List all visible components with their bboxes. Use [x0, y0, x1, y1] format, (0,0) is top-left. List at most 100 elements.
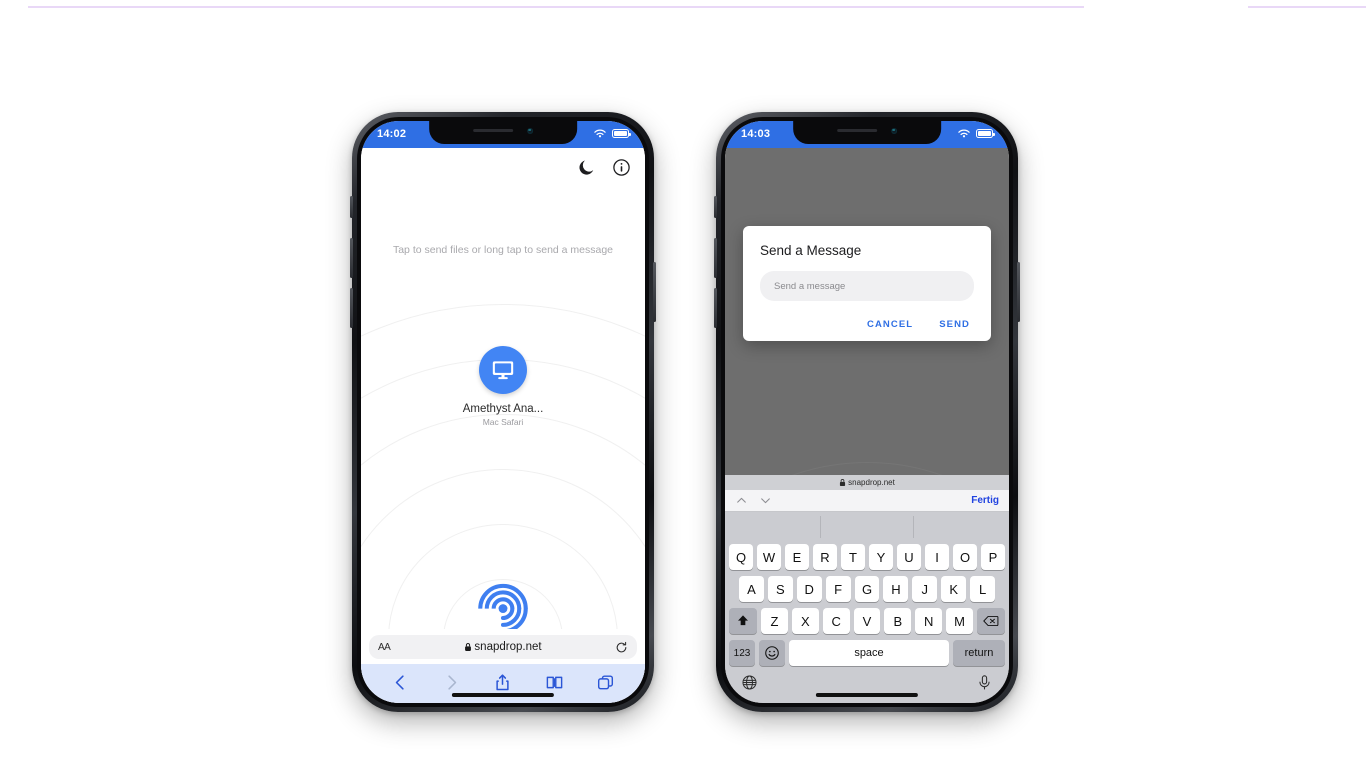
volume-up-button-right[interactable] — [714, 238, 717, 278]
volume-down-button[interactable] — [350, 288, 353, 328]
key-g[interactable]: G — [854, 576, 880, 602]
keyboard-row-4: 123 space return — [727, 640, 1007, 666]
lock-icon — [465, 643, 472, 651]
back-icon[interactable] — [391, 673, 410, 692]
shift-key[interactable] — [729, 608, 757, 634]
microphone-icon[interactable] — [976, 674, 993, 691]
moon-icon[interactable] — [577, 158, 596, 177]
key-n[interactable]: N — [915, 608, 943, 634]
silent-switch-right[interactable] — [714, 196, 717, 218]
phone-right: 14:03 Send a Message Send a message CANC… — [714, 112, 1020, 712]
key-o[interactable]: O — [953, 544, 977, 570]
safari-address-bar[interactable]: AA snapdrop.net — [369, 635, 637, 659]
key-w[interactable]: W — [757, 544, 781, 570]
send-button[interactable]: SEND — [939, 319, 970, 330]
key-j[interactable]: J — [912, 576, 938, 602]
key-d[interactable]: D — [796, 576, 822, 602]
key-l[interactable]: L — [970, 576, 996, 602]
message-input[interactable]: Send a message — [760, 271, 974, 301]
chevron-up-icon[interactable] — [735, 494, 748, 507]
key-v[interactable]: V — [853, 608, 881, 634]
power-button[interactable] — [653, 262, 656, 322]
prediction-slot-1[interactable] — [727, 516, 820, 538]
key-y[interactable]: Y — [869, 544, 893, 570]
power-button-right[interactable] — [1017, 262, 1020, 322]
backspace-icon — [983, 615, 999, 627]
key-x[interactable]: X — [791, 608, 819, 634]
safari-toolbar: AA snapdrop.net — [361, 629, 645, 703]
key-c[interactable]: C — [822, 608, 850, 634]
globe-icon[interactable] — [741, 674, 758, 691]
snapdrop-app: Tap to send files or long tap to send a … — [361, 148, 645, 703]
status-time-right: 14:03 — [741, 127, 771, 140]
wifi-icon — [958, 129, 970, 138]
shift-icon — [738, 615, 748, 626]
message-input-placeholder: Send a message — [774, 280, 846, 292]
hint-text: Tap to send files or long tap to send a … — [392, 244, 614, 256]
front-camera-right — [890, 127, 897, 134]
front-camera — [526, 127, 533, 134]
home-indicator-right[interactable] — [815, 693, 919, 697]
peer-device[interactable]: Amethyst Ana... Mac Safari — [361, 346, 645, 427]
prediction-slot-3[interactable] — [913, 516, 1007, 538]
key-f[interactable]: F — [825, 576, 851, 602]
key-z[interactable]: Z — [761, 608, 788, 634]
numbers-key[interactable]: 123 — [729, 640, 755, 666]
prediction-slot-2[interactable] — [819, 516, 914, 538]
return-key[interactable]: return — [953, 640, 1005, 666]
cancel-button[interactable]: CANCEL — [867, 319, 913, 330]
key-m[interactable]: M — [946, 608, 974, 634]
key-u[interactable]: U — [897, 544, 921, 570]
keyboard-done-button[interactable]: Fertig — [971, 495, 999, 506]
notch — [429, 121, 577, 144]
backspace-key[interactable] — [977, 608, 1005, 634]
predictive-bar — [727, 516, 1007, 538]
key-p[interactable]: P — [981, 544, 1005, 570]
peer-subtitle: Mac Safari — [482, 417, 524, 427]
battery-icon — [976, 129, 995, 138]
phone-right-screen: 14:03 Send a Message Send a message CANC… — [725, 121, 1009, 703]
space-key[interactable]: space — [789, 640, 949, 666]
key-k[interactable]: K — [941, 576, 967, 602]
home-indicator[interactable] — [451, 693, 555, 697]
forward-icon — [448, 674, 457, 690]
key-b[interactable]: B — [884, 608, 912, 634]
share-icon[interactable] — [493, 673, 512, 692]
key-h[interactable]: H — [883, 576, 909, 602]
safari-url-row: AA snapdrop.net — [361, 629, 645, 664]
desktop-icon — [492, 361, 514, 380]
keyboard-accessory-bar: Fertig — [725, 490, 1009, 512]
safari-url-text: snapdrop.net — [474, 641, 542, 653]
key-i[interactable]: I — [925, 544, 949, 570]
keyboard-url-text: snapdrop.net — [848, 478, 895, 487]
key-t[interactable]: T — [841, 544, 865, 570]
keyboard: snapdrop.net Fertig Q W E R T Y U I O P … — [725, 475, 1009, 703]
phone-right-bezel: 14:03 Send a Message Send a message CANC… — [721, 117, 1013, 707]
safari-url: snapdrop.net — [369, 641, 637, 653]
info-icon[interactable] — [612, 158, 631, 177]
lock-icon — [840, 479, 846, 486]
keyboard-url-bar[interactable]: snapdrop.net — [725, 475, 1009, 490]
key-s[interactable]: S — [767, 576, 793, 602]
tabs-icon[interactable] — [596, 673, 615, 692]
chevron-down-icon[interactable] — [759, 494, 772, 507]
volume-up-button[interactable] — [350, 238, 353, 278]
silent-switch[interactable] — [350, 196, 353, 218]
volume-down-button-right[interactable] — [714, 288, 717, 328]
phone-left: 14:02 Tap to send files or long tap to s… — [350, 112, 656, 712]
status-indicators — [593, 128, 631, 139]
key-a[interactable]: A — [739, 576, 764, 602]
keyboard-row-1: QWERTYUIOP — [727, 544, 1007, 570]
bookmarks-icon[interactable] — [545, 673, 564, 692]
keyboard-row-2: ASDFGHJKL — [727, 576, 1007, 602]
key-r[interactable]: R — [813, 544, 837, 570]
safari-nav-row — [361, 664, 645, 703]
top-rule-right — [1248, 6, 1366, 8]
key-q[interactable]: Q — [729, 544, 753, 570]
emoji-key[interactable] — [759, 640, 785, 666]
screenshot-stage: 14:02 Tap to send files or long tap to s… — [0, 0, 1366, 768]
key-e[interactable]: E — [785, 544, 809, 570]
app-header-icons — [577, 158, 631, 177]
top-rule-left — [28, 6, 1084, 8]
phone-left-bezel: 14:02 Tap to send files or long tap to s… — [357, 117, 649, 707]
